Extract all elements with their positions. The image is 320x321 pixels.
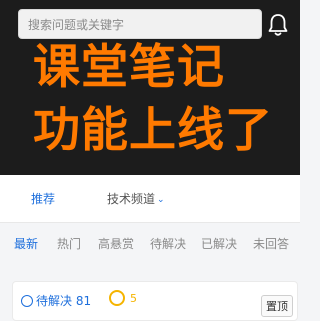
promo-headline-line2: 功能上线了	[33, 103, 273, 158]
status-badge: 待解决 81	[21, 292, 91, 309]
status-label: 待解决	[36, 294, 73, 308]
search-placeholder: 搜索问题或关键字	[28, 18, 125, 32]
filter-latest[interactable]: 最新	[14, 235, 38, 252]
filter-hot[interactable]: 热门	[57, 235, 81, 252]
filter-solved[interactable]: 已解决	[201, 235, 237, 252]
tab-tech-channel[interactable]: 技术频道 ⌄	[107, 190, 165, 207]
chevron-down-icon: ⌄	[157, 195, 165, 205]
filter-unanswered[interactable]: 未回答	[253, 235, 289, 252]
bounty-value: 5	[130, 292, 137, 305]
bell-icon[interactable]	[266, 12, 290, 38]
channel-nav: 推荐 技术频道 ⌄	[0, 175, 300, 223]
filter-bar: 最新 热门 高悬赏 待解决 已解决 未回答	[0, 223, 300, 265]
question-card[interactable]: 待解决 81 5 置顶	[12, 281, 298, 321]
tab-recommend[interactable]: 推荐	[31, 190, 55, 207]
coin-icon	[109, 290, 125, 306]
filter-high-bounty[interactable]: 高悬赏	[98, 235, 134, 252]
promo-banner[interactable]: 搜索问题或关键字 课堂笔记 功能上线了	[0, 0, 300, 175]
clock-icon	[21, 295, 33, 307]
status-count: 81	[75, 294, 92, 308]
tab-tech-channel-label: 技术频道	[107, 192, 156, 206]
pinned-tag: 置顶	[261, 295, 293, 317]
promo-headline-line1: 课堂笔记	[33, 40, 225, 95]
search-input[interactable]: 搜索问题或关键字	[18, 9, 262, 39]
filter-unsolved[interactable]: 待解决	[150, 235, 186, 252]
